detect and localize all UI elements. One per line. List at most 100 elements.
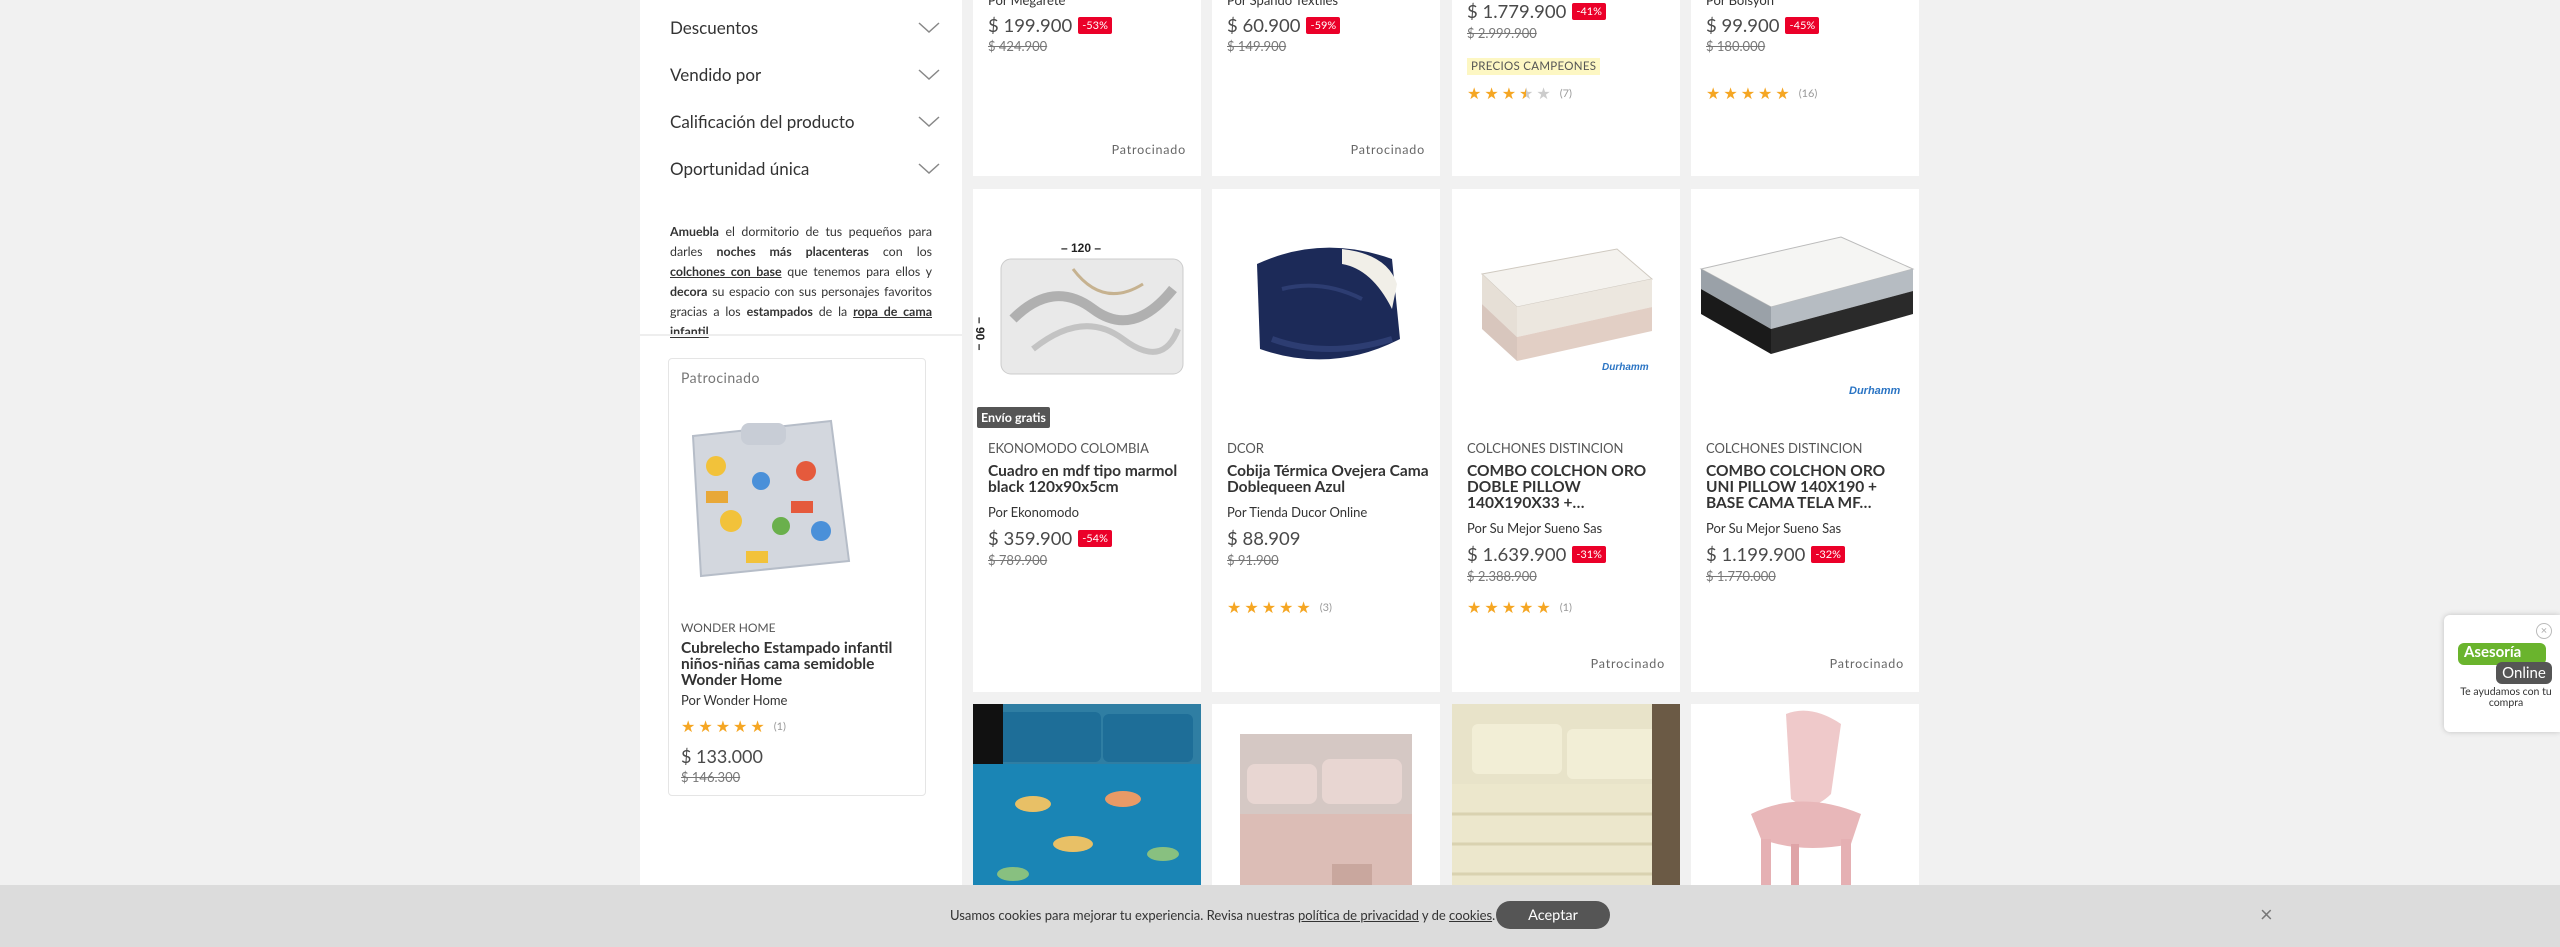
- star-icon: ★: [681, 717, 696, 736]
- discount-badge: -54%: [1078, 530, 1112, 547]
- product-card[interactable]: DCOR Cobija Térmica Ovejera Cama Doblequ…: [1212, 189, 1440, 692]
- discount-badge: -53%: [1078, 17, 1112, 34]
- privacy-policy-link[interactable]: política de privacidad: [1298, 907, 1419, 923]
- product-card[interactable]: Por Bolsyon $ 99.900 -45% $ 180.000 ★ ★ ★ ★ ★…: [1691, 0, 1919, 176]
- product-old-price: $ 149.900: [1227, 38, 1287, 54]
- desc-text: de la: [812, 304, 854, 319]
- discount-badge: -41%: [1572, 3, 1606, 20]
- chevron-down-icon: [918, 68, 940, 80]
- filter-label: Descuentos: [670, 17, 759, 38]
- star-icon: ★: [1467, 84, 1482, 103]
- star-empty-icon: ★: [1536, 84, 1551, 103]
- filter-vendido-por[interactable]: Vendido por: [670, 51, 940, 98]
- sponsored-tag: Patrocinado: [1829, 656, 1904, 671]
- dimension-top-label: – 120 –: [1061, 241, 1101, 255]
- close-icon[interactable]: ×: [2536, 623, 2552, 639]
- filter-calificacion[interactable]: Calificación del producto: [670, 98, 940, 145]
- star-icon: ★: [1706, 84, 1721, 103]
- star-icon: ★: [1775, 84, 1790, 103]
- star-icon: ★: [1279, 598, 1294, 617]
- discount-badge: -32%: [1811, 546, 1845, 563]
- mattress-image: Durhamm: [1480, 248, 1655, 373]
- product-seller: Por Su Mejor Sueno Sas: [1706, 520, 1842, 536]
- product-price: $ 88.909: [1227, 527, 1300, 549]
- product-card[interactable]: – 120 – – 90 – Envío gratis EKONOMODO CO…: [973, 189, 1201, 692]
- star-icon: ★: [715, 717, 731, 736]
- chevron-down-icon: [918, 115, 940, 127]
- precios-campeones-badge: PRECIOS CAMPEONES: [1467, 58, 1601, 75]
- svg-text:Durhamm: Durhamm: [1602, 362, 1649, 373]
- envio-gratis-badge: Envío gratis: [977, 407, 1050, 428]
- product-card[interactable]: Por Megarete $ 199.900 -53% $ 424.900 Pat…: [973, 0, 1201, 176]
- chat-subtitle: Online: [2496, 662, 2552, 684]
- product-old-price: $ 424.900: [988, 38, 1048, 54]
- price-value: $ 60.900: [1227, 14, 1301, 36]
- star-icon: ★: [1484, 84, 1499, 103]
- product-card[interactable]: Por Spando Textiles $ 60.900 -59% $ 149.9…: [1212, 0, 1440, 176]
- cookie-text: Usamos cookies para mejorar tu experienc…: [950, 907, 1495, 923]
- chevron-down-icon: [918, 21, 940, 33]
- desc-text: .: [708, 324, 712, 339]
- cookie-text-part: y de: [1418, 907, 1450, 923]
- link-colchones-con-base[interactable]: colchones con base: [670, 264, 782, 279]
- filter-label: Vendido por: [670, 64, 762, 85]
- product-card[interactable]: $ 1.779.900 -41% $ 2.999.900 PRECIOS CAMP…: [1452, 0, 1680, 176]
- price-value: $ 1.639.900: [1467, 543, 1567, 565]
- price-value: $ 1.779.900: [1467, 0, 1567, 22]
- filter-label: Calificación del producto: [670, 111, 855, 132]
- price-value: $ 88.909: [1227, 527, 1301, 549]
- product-title[interactable]: Cuadro en mdf tipo marmol black 120x90x5…: [988, 463, 1193, 495]
- filter-sidebar: Descuentos Vendido por Calificación del …: [640, 0, 962, 947]
- product-title[interactable]: Cobija Térmica Ovejera Cama Doblequeen A…: [1227, 463, 1432, 495]
- product-brand: DCOR: [1227, 440, 1264, 456]
- product-old-price: $ 180.000: [1706, 38, 1766, 54]
- rating-count: (7): [1559, 87, 1572, 100]
- desc-bold: noches más placenteras: [716, 244, 869, 259]
- price-value: $ 359.900: [988, 527, 1073, 549]
- product-rating: ★ ★ ★ ★ ★ (1): [1467, 598, 1572, 617]
- sponsored-product-card[interactable]: Patrocinado WONDER HOME Cubrelecho Estam…: [668, 358, 926, 796]
- star-icon: ★: [1740, 84, 1756, 103]
- sponsored-tag: Patrocinado: [1111, 142, 1186, 157]
- product-title[interactable]: Cubrelecho Estampado infantil niños-niña…: [681, 640, 916, 688]
- product-seller: Por Bolsyon: [1706, 0, 1775, 8]
- filter-descuentos[interactable]: Descuentos: [670, 4, 940, 51]
- product-title[interactable]: COMBO COLCHON ORO DOBLE PILLOW 140X190X3…: [1467, 463, 1672, 511]
- desc-text: con los: [868, 244, 933, 259]
- accept-button[interactable]: Aceptar: [1496, 901, 1610, 929]
- product-price: $ 359.900 -54%: [988, 527, 1112, 549]
- rating-count: (1): [773, 720, 786, 733]
- product-price: $ 133.000: [681, 745, 763, 767]
- svg-text:Durhamm: Durhamm: [1849, 385, 1901, 397]
- product-old-price: $ 146.300: [681, 769, 741, 785]
- divider: [640, 334, 962, 336]
- category-description: Amuebla el dormitorio de tus pequeños pa…: [670, 222, 932, 342]
- product-price: $ 1.779.900 -41%: [1467, 0, 1606, 22]
- product-old-price: $ 2.388.900: [1467, 568, 1537, 584]
- product-seller: Por Megarete: [988, 0, 1066, 8]
- product-old-price: $ 789.900: [988, 552, 1048, 568]
- marble-frame-image: – 120 – – 90 –: [973, 241, 1184, 375]
- star-icon: ★: [733, 717, 748, 736]
- product-rating: ★ ★ ★ ★ ★ (3): [1227, 598, 1332, 617]
- close-icon[interactable]: ×: [2260, 903, 2282, 925]
- cookies-link[interactable]: cookies: [1449, 907, 1492, 923]
- product-card[interactable]: Durhamm COLCHONES DISTINCION COMBO COLCH…: [1691, 189, 1919, 692]
- star-icon: ★: [1227, 598, 1242, 617]
- product-rating: ★ ★ ★ ★ ★ (1): [681, 717, 786, 736]
- rating-count: (1): [1559, 601, 1572, 614]
- chat-caption: Te ayudamos con tu compra: [2460, 686, 2552, 709]
- chat-widget[interactable]: × Asesoría Online Te ayudamos con tu com…: [2444, 615, 2560, 732]
- product-old-price: $ 1.770.000: [1706, 568, 1776, 584]
- product-rating: ★ ★ ★ ★ ★ (7): [1467, 84, 1572, 103]
- filter-oportunidad-unica[interactable]: Oportunidad única: [670, 145, 940, 192]
- product-card[interactable]: Durhamm COLCHONES DISTINCION COMBO COLCH…: [1452, 189, 1680, 692]
- product-rating: ★ ★ ★ ★ ★ (16): [1706, 84, 1817, 103]
- product-brand: COLCHONES DISTINCION: [1706, 440, 1863, 456]
- price-value: $ 199.900: [988, 14, 1073, 36]
- product-price: $ 60.900 -59%: [1227, 14, 1341, 36]
- discount-badge: -31%: [1572, 546, 1606, 563]
- product-title[interactable]: COMBO COLCHON ORO UNI PILLOW 140X190 + B…: [1706, 463, 1911, 511]
- product-seller: Por Ekonomodo: [988, 504, 1080, 520]
- product-old-price: $ 2.999.900: [1467, 25, 1537, 41]
